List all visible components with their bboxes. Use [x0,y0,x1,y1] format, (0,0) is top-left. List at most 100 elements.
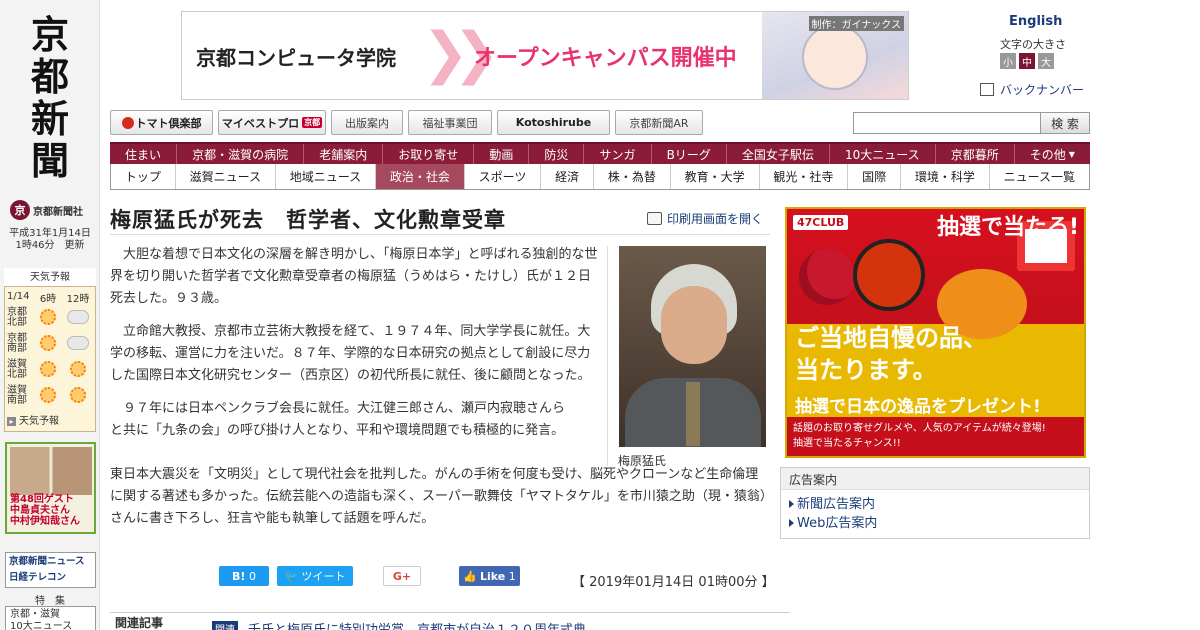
secondary-nav: トップ 滋賀ニュース 地域ニュース 政治・社会 スポーツ 経済 株・為替 教育・… [110,164,1090,190]
facebook-like-button[interactable]: 👍 Like 1 [459,566,520,586]
tab-politics-society[interactable]: 政治・社会 [376,164,465,189]
nav-primary-item[interactable]: 防災 [529,144,585,164]
nav-primary-item[interactable]: お取り寄せ [383,144,475,164]
update-date: 平成31年1月14日 [9,228,91,239]
nav-primary-item[interactable]: 10大ニュース [830,144,936,164]
tab-tourism[interactable]: 観光・社寺 [760,164,849,189]
tab-international[interactable]: 国際 [848,164,902,189]
top10-news-banner[interactable]: 京都・滋賀 10大ニュース [5,606,96,630]
weather-widget: 天気予報 1/14 6時 12時 京都北部 京都南部 滋賀北部 滋賀南部 ▸ 天… [4,268,96,432]
top10-line1: 京都・滋賀 [10,609,60,620]
nav-more-label: その他 [1029,147,1066,162]
corp-logo[interactable]: 京 京都新聞社 [10,200,90,220]
article-headline: 梅原猛氏が死去 哲学者、文化勲章受章 [110,208,506,232]
guest-promo-line3: 中村伊知哉さん [10,516,80,527]
nav-primary-item[interactable]: 老舗案内 [304,144,384,164]
tab-education[interactable]: 教育・大学 [671,164,760,189]
nav-primary-item[interactable]: 住まい [110,144,178,164]
article-body: 大胆な着想で日本文化の深層を解き明かし、「梅原日本学」と呼ばれる独創的な世界を切… [110,244,600,442]
weather-link-label: 天気予報 [19,416,59,427]
weather-link[interactable]: ▸ 天気予報 [7,412,93,427]
nikkei-telecom-banner[interactable]: 京都新聞ニュース 日経テレコン [5,552,96,588]
ad-win-text: 抽選で当たる! [937,215,1080,240]
weather-region: 京都北部 [7,307,27,328]
like-count: 1 [508,569,516,583]
web-ad-link[interactable]: Web広告案内 [781,514,1089,533]
weather-row: 京都南部 [7,331,93,357]
hatena-icon: B! [232,569,246,583]
guest-promo-banner[interactable]: 第48回ゲスト 中島貞夫さん 中村伊知哉さん [5,442,96,534]
tab-top[interactable]: トップ [111,164,176,189]
tab-stocks[interactable]: 株・為替 [594,164,671,189]
tab-economy[interactable]: 経済 [541,164,595,189]
thumbs-up-icon: 👍 [463,569,477,583]
tab-local[interactable]: 地域ニュース [276,164,377,189]
ad-club-logo: 47CLUB [793,215,849,230]
sunny-icon [40,308,56,325]
tweet-button[interactable]: 🐦 ツイート [277,566,353,586]
article-photo[interactable] [619,246,766,447]
nav-primary-item[interactable]: Bリーグ [652,144,727,164]
related-link[interactable]: 千氏と梅原氏に特別功労賞 京都市が自治１２０周年式典 [248,619,586,630]
nav-primary-item[interactable]: 京都・滋賀の病院 [177,144,305,164]
hatena-bookmark-button[interactable]: B! 0 [219,566,269,586]
tab-shiga[interactable]: 滋賀ニュース [176,164,276,189]
weather-title: 天気予報 [30,272,70,283]
search-button[interactable]: 検 索 [1040,112,1090,134]
side-ad-47club[interactable]: 47CLUB 抽選で当たる! ご当地自慢の品、 当たります。 抽選で日本の逸品を… [785,207,1086,458]
font-size-large-button[interactable]: 大 [1038,53,1054,69]
nav-primary-item[interactable]: 動画 [474,144,530,164]
nav-primary-item[interactable]: 京都暮所 [936,144,1015,164]
photo-divider [607,246,608,466]
font-size-small-button[interactable]: 小 [1000,53,1016,69]
banner-credit: 制作：ガイナックス [808,16,904,31]
welfare-button[interactable]: 福祉事業団 [408,110,492,135]
ad-bottom-line2: 抽選で当たるチャンス!! [793,438,901,449]
like-label: Like [479,569,506,583]
weather-row: 京都北部 [7,305,93,331]
google-plus-button[interactable]: G+ [383,566,421,586]
tomato-club-button[interactable]: トマト倶楽部 [110,110,213,135]
article-body-continued: 東日本大震災を「文明災」として現代社会を批判した。がんの手術を何度も受け、脳死や… [110,467,767,526]
nav-primary-item[interactable]: 全国女子駅伝 [727,144,830,164]
chevron-down-icon: ▼ [1068,149,1075,159]
font-size-medium-button[interactable]: 中 [1019,53,1035,69]
tomato-icon [121,116,134,129]
english-link[interactable]: English [1009,14,1062,29]
guest-promo-line2: 中島貞夫さん [10,505,70,516]
search-input[interactable] [853,112,1041,134]
sunny-icon [40,386,56,403]
nav-primary-more[interactable]: その他 ▼ [1015,144,1090,164]
banner-character-face [802,24,868,90]
photo-tie [686,382,700,446]
my-best-pro-label: マイベストプロ [221,116,300,130]
back-number-link[interactable]: バックナンバー [980,81,1084,98]
weather-region: 滋賀北部 [7,359,27,380]
weather-region: 滋賀南部 [7,385,27,406]
newspaper-ad-link[interactable]: 新聞広告案内 [781,495,1089,514]
related-label: 関連記事 [115,616,164,630]
arrow-icon: ▸ [7,417,16,426]
kotoshirube-button[interactable]: Kotoshirube [497,110,610,135]
tab-sports[interactable]: スポーツ [465,164,542,189]
site-logo[interactable]: 京都新聞 [22,14,78,182]
my-best-pro-button[interactable]: マイベストプロ 京都 [218,110,326,135]
guest-promo-text: 第48回ゲスト 中島貞夫さん 中村伊知哉さん [10,494,80,527]
tab-environment[interactable]: 環境・科学 [901,164,990,189]
nav-primary-item[interactable]: サンガ [584,144,652,164]
weather-region: 京都南部 [7,333,27,354]
update-time: 平成31年1月14日 1時46分 更新 [0,228,100,252]
article-paragraph: 大胆な着想で日本文化の深層を解き明かし、「梅原日本学」と呼ばれる独創的な世界を切… [110,247,598,306]
tab-news-list[interactable]: ニュース一覧 [990,164,1089,189]
weather-table[interactable]: 1/14 6時 12時 京都北部 京都南部 滋賀北部 滋賀南部 ▸ 天気予報 [4,286,96,432]
top10-line2: 10大ニュース [10,621,73,630]
print-link[interactable]: 印刷用画面を開く [647,210,763,227]
photo-face [661,286,727,364]
kyoto-ar-button[interactable]: 京都新聞AR [615,110,703,135]
ad-copy-line1: ご当地自慢の品、 [795,324,987,352]
article-text: ９７年には日本ペンクラブ会長に就任。大江健三郎さん、瀬戸内寂聴さんら [123,401,566,416]
ad-copy-line2: 当たります。 [795,356,937,384]
weather-row: 滋賀南部 [7,383,93,409]
top-ad-banner[interactable]: 京都コンピュータ学院 ❯❯ オープンキャンパス開催中 制作：ガイナックス [181,11,909,100]
publishing-button[interactable]: 出版案内 [331,110,403,135]
